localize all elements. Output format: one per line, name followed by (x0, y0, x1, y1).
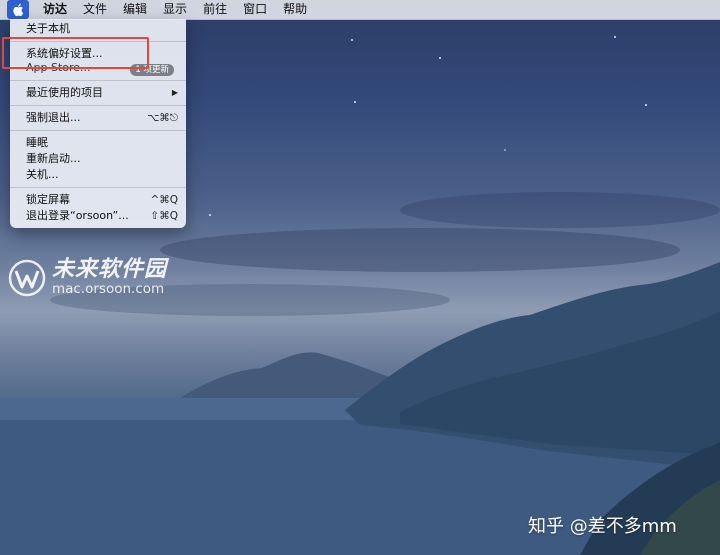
menu-separator (10, 41, 186, 42)
menu-item-force-quit[interactable]: 强制退出... ⌥⌘⎋ (10, 110, 186, 126)
menu-item-sleep-label: 睡眠 (26, 136, 48, 149)
watermark-brand: 未来软件园 (52, 257, 168, 282)
menu-separator (10, 187, 186, 188)
menu-item-lock-screen-label: 锁定屏幕 (26, 193, 70, 206)
menu-finder[interactable]: 访达 (35, 0, 75, 19)
menu-item-recent-items-label: 最近使用的项目 (26, 86, 103, 99)
orsoon-logo-icon (8, 259, 46, 296)
submenu-arrow-icon: ▶ (171, 88, 178, 97)
force-quit-shortcut: ⌥⌘⎋ (147, 112, 178, 124)
menu-item-sleep[interactable]: 睡眠 (10, 135, 186, 151)
log-out-shortcut: ⇧⌘Q (150, 210, 178, 222)
menu-item-restart-label: 重新启动... (26, 152, 81, 165)
menu-item-force-quit-label: 强制退出... (26, 111, 81, 124)
menu-item-log-out[interactable]: 退出登录“orsoon”... ⇧⌘Q (10, 208, 186, 224)
menu-item-app-store[interactable]: App Store... 1 项更新 (10, 62, 186, 76)
menu-view[interactable]: 显示 (155, 0, 195, 19)
menu-item-shutdown[interactable]: 关机... (10, 167, 186, 183)
apple-menu-dropdown: 关于本机 系统偏好设置... App Store... 1 项更新 最近使用的项… (10, 19, 186, 228)
menu-edit[interactable]: 编辑 (115, 0, 155, 19)
menu-item-restart[interactable]: 重新启动... (10, 151, 186, 167)
menu-item-about-label: 关于本机 (26, 22, 70, 35)
zhihu-watermark: 知乎 @差不多mm (528, 516, 677, 537)
menu-separator (10, 80, 186, 81)
menu-separator (10, 130, 186, 131)
menu-window[interactable]: 窗口 (235, 0, 275, 19)
apple-menu-button[interactable] (7, 0, 29, 19)
menu-item-recent-items[interactable]: 最近使用的项目 ▶ (10, 85, 186, 101)
watermark-url: mac.orsoon.com (52, 281, 165, 297)
lock-screen-shortcut: ^⌘Q (150, 194, 178, 206)
apple-logo-icon (13, 3, 24, 16)
menu-go[interactable]: 前往 (195, 0, 235, 19)
update-badge: 1 项更新 (130, 64, 174, 76)
orsoon-watermark: 未来软件园 mac.orsoon.com (8, 258, 167, 297)
menu-bar: 访达 文件 编辑 显示 前往 窗口 帮助 (0, 0, 720, 20)
menu-help[interactable]: 帮助 (275, 0, 315, 19)
menu-item-app-store-label: App Store... (26, 61, 91, 74)
menu-item-lock-screen[interactable]: 锁定屏幕 ^⌘Q (10, 192, 186, 208)
menu-separator (10, 105, 186, 106)
menu-file[interactable]: 文件 (75, 0, 115, 19)
menu-item-log-out-label: 退出登录“orsoon”... (26, 209, 129, 222)
menu-item-system-preferences[interactable]: 系统偏好设置... (10, 46, 186, 62)
menu-item-shutdown-label: 关机... (26, 168, 59, 181)
menu-item-system-preferences-label: 系统偏好设置... (26, 47, 103, 60)
menu-item-about[interactable]: 关于本机 (10, 21, 186, 37)
